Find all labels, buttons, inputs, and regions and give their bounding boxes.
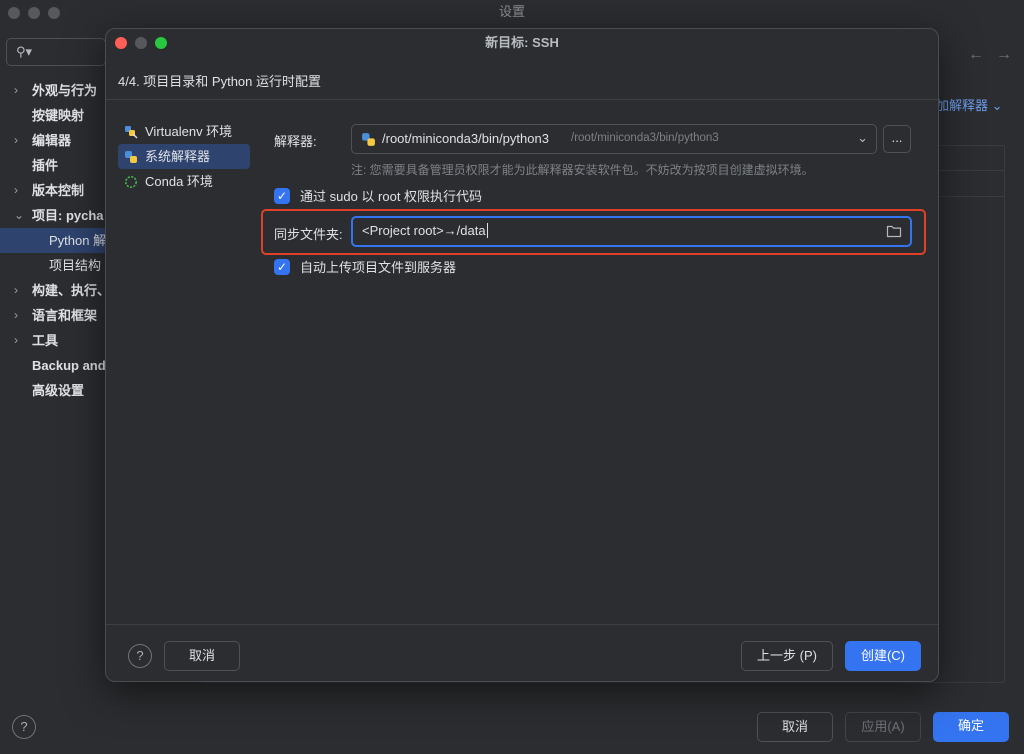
dialog-help-button[interactable]: ? bbox=[128, 644, 152, 668]
nav-item-keymap[interactable]: 按键映射 bbox=[0, 103, 110, 128]
settings-ok-button[interactable]: 确定 bbox=[933, 712, 1009, 742]
interpreter-label: 解释器: bbox=[274, 134, 317, 149]
back-arrow-icon[interactable]: ← bbox=[968, 46, 984, 64]
interpreter-select[interactable]: /root/miniconda3/bin/python3 /root/minic… bbox=[351, 124, 877, 154]
sync-folder-value: <Project root>→/data bbox=[362, 223, 488, 238]
nav-item-label: 插件 bbox=[32, 158, 59, 173]
settings-search-input[interactable]: ⚲▾ bbox=[6, 38, 106, 66]
table-border bbox=[938, 196, 1004, 197]
nav-item-build[interactable]: › 构建、执行、 bbox=[0, 278, 110, 303]
new-target-ssh-dialog: 新目标: SSH 4/4. 项目目录和 Python 运行时配置 Virtual… bbox=[105, 28, 939, 682]
nav-item-label: 外观与行为 bbox=[32, 83, 98, 98]
env-item-label: 系统解释器 bbox=[145, 149, 211, 164]
table-border bbox=[938, 170, 1004, 171]
nav-item-label: 工具 bbox=[32, 333, 59, 348]
nav-item-label: 编辑器 bbox=[32, 133, 72, 148]
nav-item-vcs[interactable]: › 版本控制 bbox=[0, 178, 110, 203]
chevron-right-icon: › bbox=[14, 133, 18, 147]
environment-list: Virtualenv 环境 系统解释器 Conda 环境 bbox=[118, 119, 250, 194]
chevron-right-icon: › bbox=[14, 283, 18, 297]
table-border bbox=[1004, 145, 1005, 682]
table-border bbox=[938, 145, 1004, 146]
nav-item-appearance[interactable]: › 外观与行为 bbox=[0, 78, 110, 103]
create-button[interactable]: 创建(C) bbox=[845, 641, 921, 671]
virtualenv-icon bbox=[125, 126, 138, 139]
env-item-virtualenv[interactable]: Virtualenv 环境 bbox=[118, 119, 250, 144]
nav-item-label: 项目: pycha bbox=[32, 208, 104, 223]
nav-item-editor[interactable]: › 编辑器 bbox=[0, 128, 110, 153]
previous-step-button[interactable]: 上一步 (P) bbox=[741, 641, 833, 671]
nav-item-label: 版本控制 bbox=[32, 183, 85, 198]
sync-folder-input[interactable]: <Project root>→/data bbox=[351, 216, 912, 247]
auto-upload-label: 自动上传项目文件到服务器 bbox=[300, 260, 457, 275]
nav-item-label: 语言和框架 bbox=[32, 308, 98, 323]
nav-item-label: 项目结构 bbox=[49, 258, 102, 273]
sudo-checkbox[interactable]: ✓ bbox=[274, 188, 290, 204]
chevron-down-icon: ⌄ bbox=[14, 208, 25, 222]
chevron-down-icon: ⌄ bbox=[857, 130, 868, 145]
nav-item-label: 按键映射 bbox=[32, 108, 85, 123]
sync-folder-label: 同步文件夹: bbox=[274, 227, 343, 242]
settings-window-title: 设置 bbox=[498, 4, 525, 19]
add-interpreter-link[interactable]: 加解释器 ⌄ bbox=[936, 95, 1003, 114]
chevron-right-icon: › bbox=[14, 308, 18, 322]
interpreter-path: /root/miniconda3/bin/python3 bbox=[382, 131, 549, 146]
chevron-right-icon: › bbox=[14, 183, 18, 197]
env-item-system-interpreter[interactable]: 系统解释器 bbox=[118, 144, 250, 169]
nav-item-advanced[interactable]: 高级设置 bbox=[0, 378, 110, 403]
folder-icon[interactable] bbox=[886, 224, 902, 238]
nav-item-project[interactable]: ⌄ 项目: pycha bbox=[0, 203, 110, 228]
interpreter-note: 注: 您需要具备管理员权限才能为此解释器安装软件包。不妨改为按项目创建虚拟环境。 bbox=[351, 163, 814, 177]
python-icon bbox=[125, 151, 137, 163]
table-border bbox=[202, 682, 1004, 683]
settings-apply-button[interactable]: 应用(A) bbox=[845, 712, 921, 742]
env-item-label: Virtualenv 环境 bbox=[145, 124, 233, 139]
divider bbox=[106, 99, 938, 100]
nav-item-python-interpreter[interactable]: Python 解 bbox=[0, 228, 110, 253]
env-item-conda[interactable]: Conda 环境 bbox=[118, 169, 250, 194]
conda-icon bbox=[125, 176, 137, 188]
nav-item-label: 高级设置 bbox=[32, 383, 85, 398]
settings-help-button[interactable]: ? bbox=[12, 715, 36, 739]
dialog-cancel-button[interactable]: 取消 bbox=[164, 641, 240, 671]
sync-folder-text: <Project root>→/data bbox=[362, 223, 486, 238]
auto-upload-checkbox[interactable]: ✓ bbox=[274, 259, 290, 275]
nav-item-label: Python 解 bbox=[49, 233, 107, 248]
python-icon bbox=[362, 133, 375, 146]
env-item-label: Conda 环境 bbox=[145, 174, 213, 189]
nav-item-backup[interactable]: Backup and bbox=[0, 353, 110, 378]
settings-nav: › 外观与行为 按键映射 › 编辑器 插件 › 版本控制 ⌄ 项目: pycha Pyt… bbox=[0, 78, 110, 403]
interpreter-path-hint: /root/miniconda3/bin/python3 bbox=[571, 132, 719, 144]
nav-item-label: Backup and bbox=[32, 358, 106, 373]
divider bbox=[106, 624, 938, 625]
chevron-down-icon: ⌄ bbox=[991, 98, 1003, 113]
nav-item-label: 构建、执行、 bbox=[32, 283, 110, 298]
dialog-title: 新目标: SSH bbox=[485, 35, 559, 50]
chevron-right-icon: › bbox=[14, 83, 18, 97]
nav-item-tools[interactable]: › 工具 bbox=[0, 328, 110, 353]
settings-cancel-button[interactable]: 取消 bbox=[757, 712, 833, 742]
browse-interpreter-button[interactable]: ... bbox=[883, 125, 911, 153]
add-interpreter-label: 加解释器 bbox=[936, 98, 989, 113]
step-title: 4/4. 项目目录和 Python 运行时配置 bbox=[118, 74, 321, 89]
nav-item-plugins[interactable]: 插件 bbox=[0, 153, 110, 178]
text-caret bbox=[486, 223, 488, 238]
chevron-right-icon: › bbox=[14, 333, 18, 347]
forward-arrow-icon[interactable]: → bbox=[996, 46, 1012, 64]
sudo-label: 通过 sudo 以 root 权限执行代码 bbox=[300, 189, 483, 204]
nav-item-languages[interactable]: › 语言和框架 bbox=[0, 303, 110, 328]
nav-item-project-structure[interactable]: 项目结构 bbox=[0, 253, 110, 278]
search-icon: ⚲▾ bbox=[16, 44, 33, 59]
